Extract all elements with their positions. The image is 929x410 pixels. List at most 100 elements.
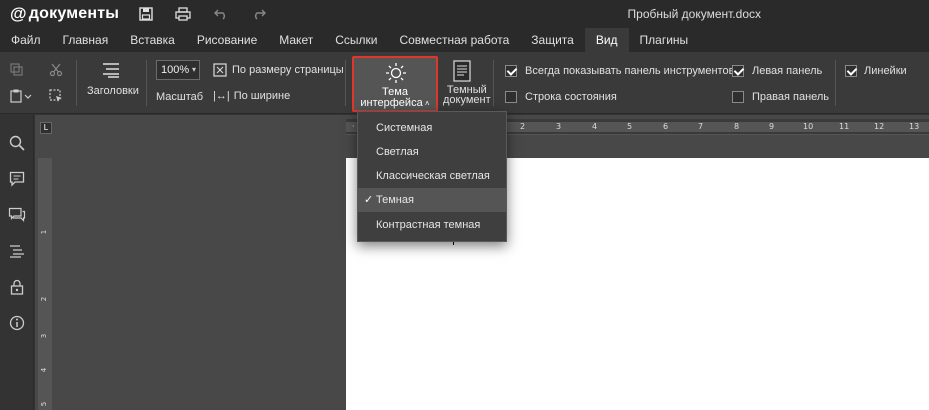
ruler-label: 2 <box>40 296 49 302</box>
zoom-label: Масштаб <box>156 91 204 103</box>
lock-icon <box>10 279 24 295</box>
save-icon <box>139 7 153 21</box>
ruler-label: 3 <box>556 122 562 131</box>
check-icon: ✓ <box>364 194 374 206</box>
print-button[interactable] <box>174 5 192 23</box>
print-icon <box>175 7 191 21</box>
rulers-label: Линейки <box>864 65 907 77</box>
theme-dropdown: Системная Светлая Классическая светлая ✓… <box>357 111 507 242</box>
tab-file[interactable]: Файл <box>0 28 52 52</box>
tab-stop-selector[interactable]: L <box>40 122 52 134</box>
theme-option-light[interactable]: Светлая <box>358 140 506 164</box>
cut-button[interactable] <box>49 63 63 80</box>
headings-nav-icon <box>10 245 24 258</box>
ruler-label: · <box>352 122 355 131</box>
tab-insert[interactable]: Вставка <box>119 28 186 52</box>
select-all-button[interactable] <box>49 89 63 106</box>
ruler-label: 10 <box>803 122 814 131</box>
left-panel-checkbox[interactable] <box>732 65 744 77</box>
about-button[interactable] <box>8 314 26 332</box>
chevron-down-icon: ▾ <box>191 65 196 74</box>
ribbon-separator <box>345 60 346 106</box>
tab-collaboration[interactable]: Совместная работа <box>388 28 520 52</box>
info-icon <box>9 315 25 331</box>
tab-view[interactable]: Вид <box>584 28 629 52</box>
rulers-checkbox[interactable] <box>845 65 857 77</box>
ruler-label: 2 <box>520 122 526 131</box>
protect-button[interactable] <box>8 278 26 296</box>
paste-icon <box>10 89 32 103</box>
sun-icon <box>386 63 406 83</box>
theme-option-classic-light[interactable]: Классическая светлая <box>358 164 506 188</box>
right-panel-checkbox[interactable] <box>732 91 744 103</box>
search-button[interactable] <box>8 134 26 152</box>
search-icon <box>9 135 25 151</box>
left-sidebar <box>0 115 34 410</box>
tab-layout[interactable]: Макет <box>268 28 324 52</box>
theme-label-line2: интерфейса ˄ <box>360 97 430 109</box>
menu-bar: Файл Главная Вставка Рисование Макет Ссы… <box>0 28 929 52</box>
ruler-label: 6 <box>663 122 669 131</box>
headings-icon <box>103 63 119 78</box>
theme-option-system[interactable]: Системная <box>358 116 506 140</box>
right-panel-label: Правая панель <box>752 91 830 103</box>
comments-button[interactable] <box>8 170 26 188</box>
status-bar-label: Строка состояния <box>525 91 617 103</box>
ruler-label: 12 <box>874 122 885 131</box>
ribbon-separator <box>835 60 836 106</box>
headings-label: Заголовки <box>87 85 139 97</box>
ruler-label: 5 <box>627 122 633 131</box>
tab-protection[interactable]: Защита <box>520 28 585 52</box>
tab-plugins[interactable]: Плагины <box>629 28 700 52</box>
redo-icon <box>255 9 266 20</box>
chevron-up-icon: ˄ <box>422 99 430 108</box>
undo-button[interactable] <box>212 5 230 23</box>
ruler-label: 9 <box>769 122 775 131</box>
save-button[interactable] <box>137 5 155 23</box>
tab-references[interactable]: Ссылки <box>324 28 388 52</box>
ruler-label: 7 <box>698 122 704 131</box>
ribbon-separator <box>76 60 77 106</box>
always-show-toolbar-label: Всегда показывать панель инструментов <box>525 65 735 77</box>
dark-document-label: Темный документ <box>443 84 491 106</box>
theme-option-dark[interactable]: ✓ Темная <box>358 188 506 212</box>
chat-button[interactable] <box>8 206 26 224</box>
document-title: Пробный документ.docx <box>627 7 761 21</box>
ribbon-separator <box>146 60 147 106</box>
fit-width-icon: |↔| <box>213 90 230 102</box>
interface-theme-button[interactable]: Тема интерфейса ˄ <box>352 56 438 112</box>
ruler-label: 5 <box>40 401 49 407</box>
copy-icon <box>10 63 23 76</box>
copy-button[interactable] <box>10 63 24 80</box>
ruler-label: 3 <box>40 333 49 339</box>
ruler-label: 4 <box>40 367 49 373</box>
chat-icon <box>8 207 26 222</box>
app-logo: @ документы <box>10 4 120 23</box>
fit-page-button[interactable]: По размеру страницы <box>213 63 344 77</box>
title-bar: @ документы Пробный документ.docx <box>0 0 929 28</box>
ruler-label: 4 <box>592 122 598 131</box>
always-show-toolbar-checkbox[interactable] <box>505 65 517 77</box>
headings-button[interactable] <box>100 62 122 81</box>
tab-draw[interactable]: Рисование <box>186 28 268 52</box>
paste-button[interactable] <box>10 89 32 106</box>
theme-option-contrast-dark[interactable]: Контрастная темная <box>358 213 506 237</box>
zoom-select[interactable]: 100% ▾ <box>156 60 200 80</box>
dark-document-icon <box>453 60 471 82</box>
tab-home[interactable]: Главная <box>52 28 120 52</box>
ruler-label: 11 <box>839 122 850 131</box>
fit-width-button[interactable]: |↔| По ширине <box>213 90 290 102</box>
status-bar-checkbox[interactable] <box>505 91 517 103</box>
navigation-button[interactable] <box>8 242 26 260</box>
comment-icon <box>9 171 25 187</box>
ruler-label: 8 <box>734 122 740 131</box>
cut-icon <box>49 63 63 77</box>
ribbon-separator <box>493 60 494 106</box>
fit-page-icon <box>213 63 227 77</box>
redo-button[interactable] <box>250 5 268 23</box>
ribbon-view: Заголовки 100% ▾ Масштаб По размеру стран… <box>0 52 929 114</box>
undo-icon <box>214 9 225 20</box>
dark-document-button[interactable] <box>451 60 472 85</box>
ruler-label: 1 <box>40 229 49 235</box>
select-icon <box>49 89 62 102</box>
